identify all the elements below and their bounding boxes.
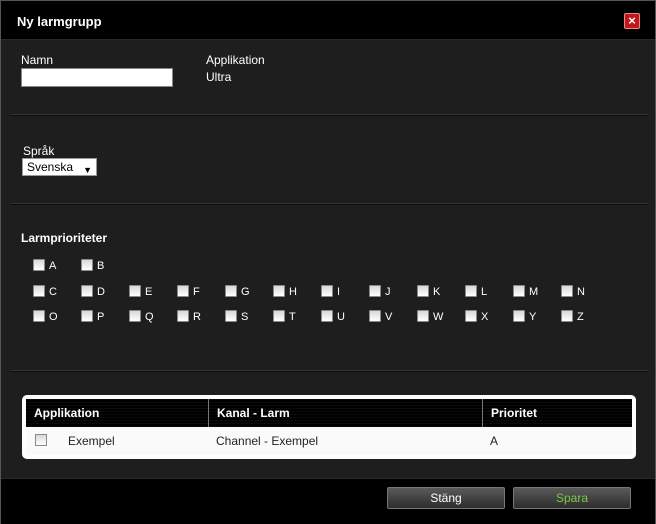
priority-label: P (97, 311, 105, 323)
priority-checkbox[interactable] (321, 310, 333, 322)
priority-checkbox[interactable] (273, 285, 285, 297)
chevron-down-icon: ▼ (83, 165, 92, 175)
priority-label: X (481, 311, 489, 323)
new-alarm-group-dialog: Ny larmgrupp × Namn Applikation Ultra Sp… (0, 0, 656, 524)
dialog-footer: Stäng Spara (1, 478, 655, 524)
priority-label: N (577, 286, 585, 298)
alarm-table: Applikation Kanal - Larm Prioritet Exemp… (22, 395, 636, 459)
priority-checkbox[interactable] (177, 285, 189, 297)
priority-label: S (241, 311, 249, 323)
priority-label: O (49, 311, 58, 323)
language-select[interactable]: Svenska ▼ (22, 158, 97, 176)
priority-checkbox[interactable] (417, 310, 429, 322)
row-checkbox[interactable] (35, 434, 47, 446)
row-priority: A (490, 434, 499, 448)
priority-label: W (433, 311, 444, 323)
priority-checkbox[interactable] (513, 310, 525, 322)
priority-checkbox[interactable] (81, 259, 93, 271)
priority-label: G (241, 286, 250, 298)
priority-checkbox[interactable] (225, 285, 237, 297)
priority-label: V (385, 311, 393, 323)
priority-label: E (145, 286, 153, 298)
dialog-title: Ny larmgrupp (17, 14, 102, 29)
priority-checkbox[interactable] (321, 285, 333, 297)
column-header-channel-alarm[interactable]: Kanal - Larm (208, 399, 482, 427)
priority-label: B (97, 260, 105, 272)
divider (11, 370, 649, 372)
priority-checkbox[interactable] (273, 310, 285, 322)
column-header-application[interactable]: Applikation (26, 399, 208, 427)
priorities-title: Larmprioriteter (21, 231, 108, 245)
priority-checkbox[interactable] (417, 285, 429, 297)
application-label: Applikation (206, 53, 265, 67)
priority-checkbox[interactable] (177, 310, 189, 322)
priority-label: Z (577, 311, 584, 323)
priority-checkbox[interactable] (129, 285, 141, 297)
language-label: Språk (23, 144, 55, 158)
dialog-title-bar: Ny larmgrupp × (1, 1, 655, 40)
priority-checkbox[interactable] (561, 310, 573, 322)
name-label: Namn (21, 53, 54, 67)
priority-checkbox[interactable] (33, 285, 45, 297)
priority-label: I (337, 286, 341, 298)
priority-label: R (193, 311, 201, 323)
priority-checkbox[interactable] (33, 310, 45, 322)
priority-label: C (49, 286, 57, 298)
priority-checkbox[interactable] (513, 285, 525, 297)
row-channel-alarm: Channel - Exempel (216, 434, 319, 448)
priority-checkbox[interactable] (81, 285, 93, 297)
table-row[interactable]: Exempel Channel - Exempel A (26, 427, 632, 455)
priority-label: K (433, 286, 441, 298)
divider (11, 114, 649, 116)
priority-checkbox[interactable] (465, 310, 477, 322)
name-input[interactable] (21, 68, 173, 87)
priority-checkbox[interactable] (225, 310, 237, 322)
priority-checkbox[interactable] (561, 285, 573, 297)
priority-label: H (289, 286, 297, 298)
priority-label: D (97, 286, 105, 298)
priority-label: M (529, 286, 539, 298)
application-value: Ultra (206, 70, 232, 84)
close-button[interactable]: Stäng (387, 487, 505, 509)
priority-label: Q (145, 311, 154, 323)
divider (11, 203, 649, 205)
priority-checkbox[interactable] (81, 310, 93, 322)
close-icon[interactable]: × (624, 13, 640, 29)
priority-checkbox[interactable] (129, 310, 141, 322)
priority-label: F (193, 286, 200, 298)
priority-checkbox[interactable] (33, 259, 45, 271)
row-application: Exempel (68, 434, 115, 448)
priority-label: U (337, 311, 345, 323)
priority-label: A (49, 260, 57, 272)
priority-label: L (481, 286, 488, 298)
save-button[interactable]: Spara (513, 487, 631, 509)
language-selected-value: Svenska (27, 160, 74, 174)
column-header-priority[interactable]: Prioritet (482, 399, 632, 427)
priority-checkbox[interactable] (369, 285, 381, 297)
priority-label: J (385, 286, 391, 298)
priority-checkbox[interactable] (369, 310, 381, 322)
priority-label: T (289, 311, 296, 323)
priority-checkbox[interactable] (465, 285, 477, 297)
table-header: Applikation Kanal - Larm Prioritet (26, 399, 632, 427)
priority-label: Y (529, 311, 537, 323)
